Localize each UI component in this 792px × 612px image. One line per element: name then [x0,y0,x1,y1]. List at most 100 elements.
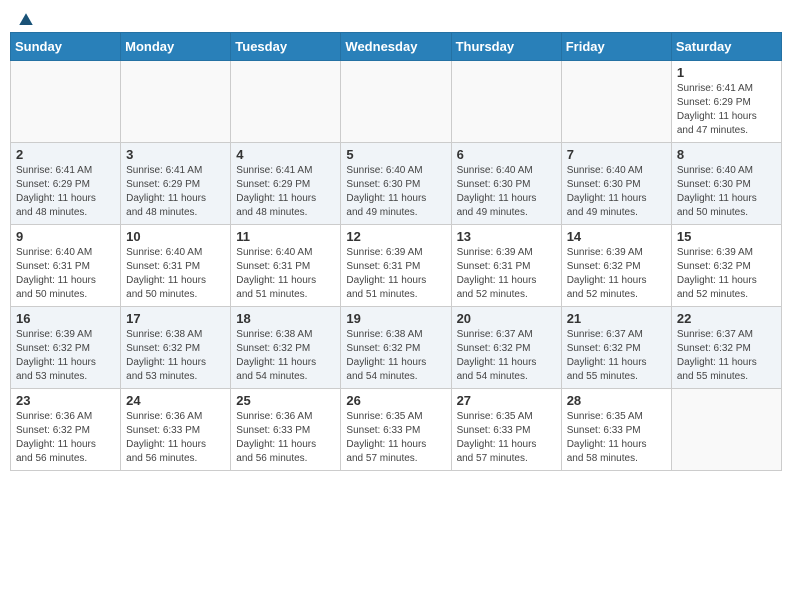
day-info: Sunrise: 6:38 AM Sunset: 6:32 PM Dayligh… [126,328,225,384]
calendar-day-25: 25Sunrise: 6:36 AM Sunset: 6:33 PM Dayli… [231,389,341,471]
day-info: Sunrise: 6:40 AM Sunset: 6:31 PM Dayligh… [236,246,335,302]
calendar-day-1: 1Sunrise: 6:41 AM Sunset: 6:29 PM Daylig… [671,61,781,143]
day-number: 24 [126,393,225,408]
day-info: Sunrise: 6:36 AM Sunset: 6:33 PM Dayligh… [126,410,225,466]
day-info: Sunrise: 6:40 AM Sunset: 6:30 PM Dayligh… [346,164,445,220]
day-number: 22 [677,311,776,326]
day-number: 14 [567,229,666,244]
day-number: 18 [236,311,335,326]
calendar-week-row: 1Sunrise: 6:41 AM Sunset: 6:29 PM Daylig… [11,61,782,143]
day-number: 17 [126,311,225,326]
calendar-day-empty [561,61,671,143]
day-info: Sunrise: 6:39 AM Sunset: 6:32 PM Dayligh… [677,246,776,302]
day-info: Sunrise: 6:40 AM Sunset: 6:30 PM Dayligh… [567,164,666,220]
calendar-day-5: 5 Sunrise: 6:40 AM Sunset: 6:30 PM Daylig… [341,143,451,225]
calendar-day-22: 22 Sunrise: 6:37 AM Sunset: 6:32 PM Dayli… [671,307,781,389]
calendar-header-saturday: Saturday [671,33,781,61]
calendar-day-28: 28 Sunrise: 6:35 AM Sunset: 6:33 PM Dayli… [561,389,671,471]
day-number: 4 [236,147,335,162]
calendar-week-row: 23 Sunrise: 6:36 AM Sunset: 6:32 PM Dayli… [11,389,782,471]
day-info: Sunrise: 6:35 AM Sunset: 6:33 PM Dayligh… [457,410,556,466]
calendar-header-friday: Friday [561,33,671,61]
calendar-week-row: 2 Sunrise: 6:41 AM Sunset: 6:29 PM Daylig… [11,143,782,225]
day-info: Sunrise: 6:40 AM Sunset: 6:31 PM Dayligh… [16,246,115,302]
calendar-table: SundayMondayTuesdayWednesdayThursdayFrid… [10,32,782,471]
day-info: Sunrise: 6:41 AM Sunset: 6:29 PM Dayligh… [677,82,776,138]
day-number: 19 [346,311,445,326]
day-info: Sunrise: 6:39 AM Sunset: 6:32 PM Dayligh… [16,328,115,384]
day-info: Sunrise: 6:39 AM Sunset: 6:32 PM Dayligh… [567,246,666,302]
calendar-day-15: 15 Sunrise: 6:39 AM Sunset: 6:32 PM Dayli… [671,225,781,307]
day-number: 7 [567,147,666,162]
day-info: Sunrise: 6:37 AM Sunset: 6:32 PM Dayligh… [457,328,556,384]
day-info: Sunrise: 6:39 AM Sunset: 6:31 PM Dayligh… [457,246,556,302]
calendar-week-row: 9 Sunrise: 6:40 AM Sunset: 6:31 PM Daylig… [11,225,782,307]
day-number: 21 [567,311,666,326]
day-info: Sunrise: 6:35 AM Sunset: 6:33 PM Dayligh… [346,410,445,466]
day-info: Sunrise: 6:41 AM Sunset: 6:29 PM Dayligh… [126,164,225,220]
day-info: Sunrise: 6:37 AM Sunset: 6:32 PM Dayligh… [567,328,666,384]
calendar-day-empty [121,61,231,143]
day-info: Sunrise: 6:40 AM Sunset: 6:30 PM Dayligh… [457,164,556,220]
calendar-header-row: SundayMondayTuesdayWednesdayThursdayFrid… [11,33,782,61]
calendar-day-23: 23 Sunrise: 6:36 AM Sunset: 6:32 PM Dayli… [11,389,121,471]
calendar-day-10: 10Sunrise: 6:40 AM Sunset: 6:31 PM Dayli… [121,225,231,307]
calendar-day-empty [341,61,451,143]
calendar-header-thursday: Thursday [451,33,561,61]
calendar-day-17: 17 Sunrise: 6:38 AM Sunset: 6:32 PM Dayli… [121,307,231,389]
day-number: 27 [457,393,556,408]
day-number: 16 [16,311,115,326]
day-info: Sunrise: 6:36 AM Sunset: 6:33 PM Dayligh… [236,410,335,466]
day-number: 3 [126,147,225,162]
day-info: Sunrise: 6:41 AM Sunset: 6:29 PM Dayligh… [16,164,115,220]
calendar-day-7: 7 Sunrise: 6:40 AM Sunset: 6:30 PM Daylig… [561,143,671,225]
calendar-week-row: 16 Sunrise: 6:39 AM Sunset: 6:32 PM Dayli… [11,307,782,389]
day-number: 2 [16,147,115,162]
calendar-day-2: 2 Sunrise: 6:41 AM Sunset: 6:29 PM Daylig… [11,143,121,225]
day-info: Sunrise: 6:40 AM Sunset: 6:31 PM Dayligh… [126,246,225,302]
calendar-header-monday: Monday [121,33,231,61]
calendar-header-wednesday: Wednesday [341,33,451,61]
calendar-day-4: 4 Sunrise: 6:41 AM Sunset: 6:29 PM Daylig… [231,143,341,225]
day-info: Sunrise: 6:40 AM Sunset: 6:30 PM Dayligh… [677,164,776,220]
day-number: 12 [346,229,445,244]
day-number: 5 [346,147,445,162]
day-info: Sunrise: 6:41 AM Sunset: 6:29 PM Dayligh… [236,164,335,220]
calendar-day-24: 24 Sunrise: 6:36 AM Sunset: 6:33 PM Dayli… [121,389,231,471]
calendar-day-empty [671,389,781,471]
calendar-day-8: 8 Sunrise: 6:40 AM Sunset: 6:30 PM Daylig… [671,143,781,225]
calendar-day-19: 19 Sunrise: 6:38 AM Sunset: 6:32 PM Dayli… [341,307,451,389]
day-info: Sunrise: 6:36 AM Sunset: 6:32 PM Dayligh… [16,410,115,466]
day-info: Sunrise: 6:35 AM Sunset: 6:33 PM Dayligh… [567,410,666,466]
calendar-day-18: 18 Sunrise: 6:38 AM Sunset: 6:32 PM Dayli… [231,307,341,389]
day-number: 6 [457,147,556,162]
day-number: 13 [457,229,556,244]
calendar-day-3: 3 Sunrise: 6:41 AM Sunset: 6:29 PM Daylig… [121,143,231,225]
day-info: Sunrise: 6:39 AM Sunset: 6:31 PM Dayligh… [346,246,445,302]
calendar-day-13: 13 Sunrise: 6:39 AM Sunset: 6:31 PM Dayli… [451,225,561,307]
day-number: 9 [16,229,115,244]
day-number: 20 [457,311,556,326]
calendar-day-16: 16 Sunrise: 6:39 AM Sunset: 6:32 PM Dayli… [11,307,121,389]
logo [14,10,36,26]
calendar-day-27: 27 Sunrise: 6:35 AM Sunset: 6:33 PM Dayli… [451,389,561,471]
day-number: 26 [346,393,445,408]
calendar-day-26: 26 Sunrise: 6:35 AM Sunset: 6:33 PM Dayli… [341,389,451,471]
calendar-day-21: 21 Sunrise: 6:37 AM Sunset: 6:32 PM Dayli… [561,307,671,389]
day-number: 15 [677,229,776,244]
calendar-day-20: 20 Sunrise: 6:37 AM Sunset: 6:32 PM Dayli… [451,307,561,389]
calendar-day-empty [231,61,341,143]
calendar-header-sunday: Sunday [11,33,121,61]
calendar-header-tuesday: Tuesday [231,33,341,61]
calendar-day-empty [451,61,561,143]
logo-icon [16,10,36,30]
day-info: Sunrise: 6:38 AM Sunset: 6:32 PM Dayligh… [236,328,335,384]
page-header [10,10,782,26]
day-info: Sunrise: 6:38 AM Sunset: 6:32 PM Dayligh… [346,328,445,384]
calendar-day-11: 11Sunrise: 6:40 AM Sunset: 6:31 PM Dayli… [231,225,341,307]
calendar-day-14: 14 Sunrise: 6:39 AM Sunset: 6:32 PM Dayli… [561,225,671,307]
day-number: 8 [677,147,776,162]
day-info: Sunrise: 6:37 AM Sunset: 6:32 PM Dayligh… [677,328,776,384]
day-number: 23 [16,393,115,408]
day-number: 28 [567,393,666,408]
